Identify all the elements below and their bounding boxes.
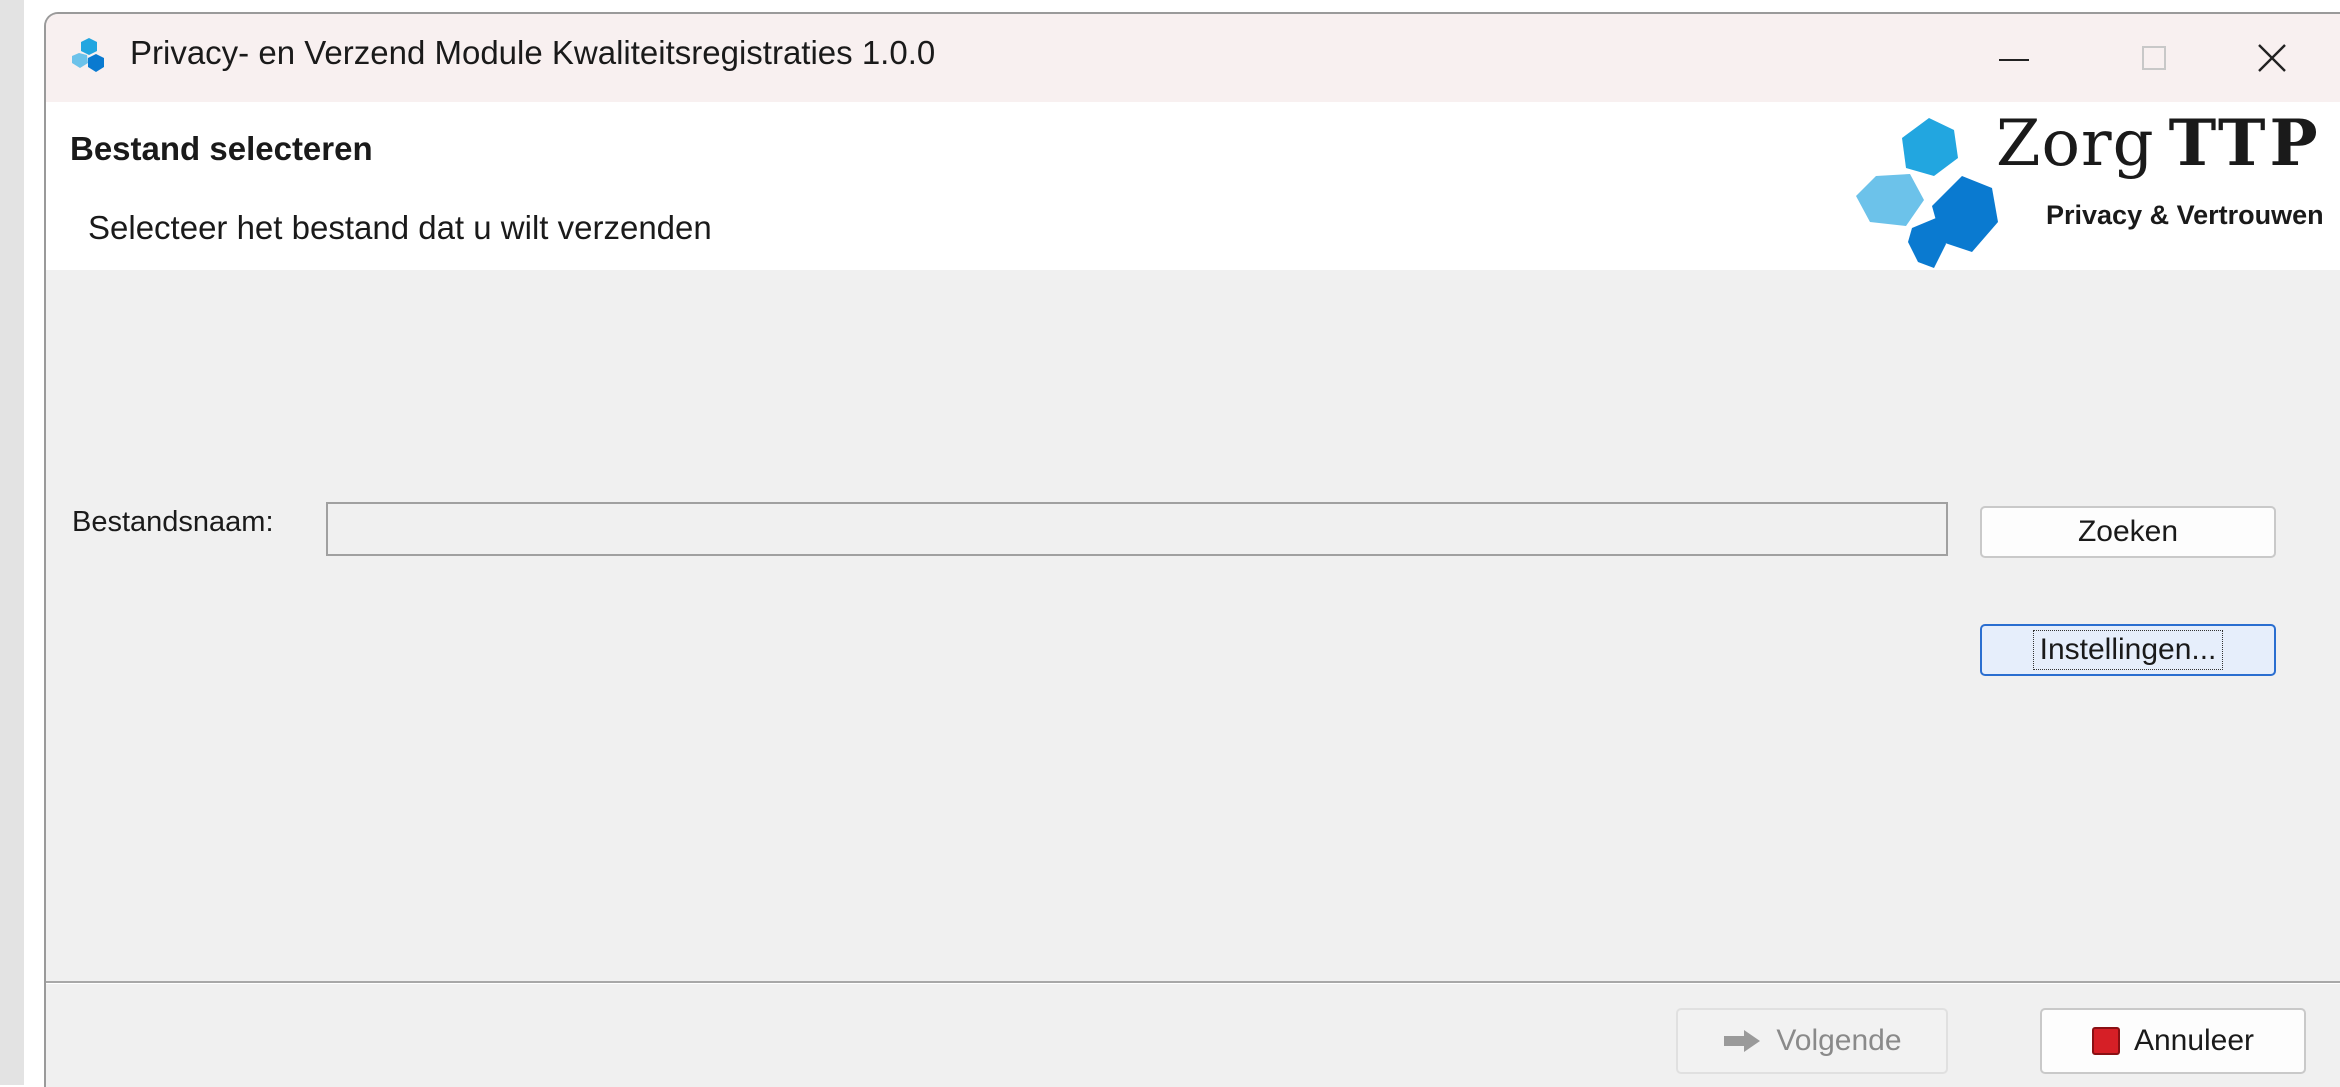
- step-description: Selecteer het bestand dat u wilt verzend…: [88, 209, 712, 246]
- next-button-label: Volgende: [1776, 1024, 1902, 1057]
- desktop-background: [0, 0, 24, 1085]
- arrow-right-icon: [1722, 1028, 1762, 1054]
- maximize-icon: [2142, 46, 2166, 70]
- logo-word-bold: TTP: [2168, 106, 2322, 181]
- cancel-button[interactable]: Annuleer: [2040, 1008, 2306, 1074]
- wizard-header: Bestand selecteren Selecteer het bestand…: [46, 102, 2340, 270]
- window-title: Privacy- en Verzend Module Kwaliteitsreg…: [130, 34, 936, 71]
- filename-label: Bestandsnaam:: [72, 506, 274, 538]
- settings-button-label: Instellingen...: [2032, 630, 2224, 670]
- logo-wordmark: Zorg TTP: [1996, 106, 2322, 181]
- next-button[interactable]: Volgende: [1676, 1008, 1948, 1074]
- minimize-icon: [1999, 59, 2029, 61]
- title-bar[interactable]: Privacy- en Verzend Module Kwaliteitsreg…: [46, 14, 2340, 102]
- search-button-label: Zoeken: [2077, 515, 2179, 548]
- filename-field[interactable]: [326, 502, 1948, 556]
- footer-divider: [46, 981, 2340, 984]
- minimize-button[interactable]: [1944, 14, 2084, 102]
- application-window: Privacy- en Verzend Module Kwaliteitsreg…: [44, 12, 2340, 1087]
- cancel-button-label: Annuleer: [2133, 1024, 2255, 1057]
- close-button[interactable]: [2202, 14, 2340, 102]
- logo-word: Zorg: [1996, 107, 2155, 181]
- logo-tagline: Privacy & Vertrouwen: [2046, 200, 2324, 230]
- close-icon: [2257, 43, 2287, 73]
- settings-button[interactable]: Instellingen...: [1980, 624, 2276, 676]
- zorgttp-logo-icon: [72, 38, 104, 72]
- step-title: Bestand selecteren: [70, 130, 373, 167]
- zorgttp-logo-mark: [1856, 118, 1998, 268]
- search-button[interactable]: Zoeken: [1980, 506, 2276, 558]
- stop-square-icon: [2091, 1027, 2120, 1055]
